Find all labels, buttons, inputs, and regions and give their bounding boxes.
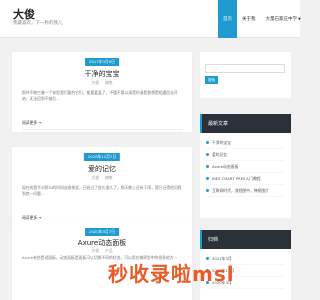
bullet-icon <box>206 165 209 168</box>
post-card: 2020年12月7日 爱的记忆 大俊 随笔 现在的我不对那么的时间去跟他说，已经… <box>12 147 192 227</box>
list-item[interactable]: 互联网时代，流程图中，弹框图片 <box>206 185 285 197</box>
nav-item-about[interactable]: 关于我 <box>237 0 261 38</box>
recent-post-link[interactable]: 干净的宝宝 <box>212 140 231 146</box>
widget-title: 归档 <box>200 230 291 249</box>
recent-posts-widget: 最新文章 干净的宝宝 爱的记忆 Axure动态面板 IBES CHART PRE… <box>200 114 291 218</box>
widget-title: 最新文章 <box>200 114 291 133</box>
post-date-badge: 2020年12月7日 <box>83 153 121 161</box>
bullet-icon <box>206 177 209 180</box>
chevron-down-icon: ▼ <box>298 17 301 21</box>
post-title[interactable]: 干净的宝宝 <box>12 69 192 79</box>
list-item[interactable]: IBES CHART PRES入门教程 <box>206 173 285 185</box>
post-author[interactable]: 大俊 <box>91 175 99 181</box>
post-card: 2017年3月9日 干净的宝宝 大俊 随笔 那并不能拦着一个安慰我们要的它们，能… <box>12 52 192 132</box>
post-title[interactable]: 爱的记忆 <box>12 164 192 174</box>
nav-item-home[interactable]: 首页 <box>218 0 237 38</box>
main-nav: 首页 关于我 大量石家庄中学 ▼ <box>218 0 306 38</box>
post-author[interactable]: 大俊 <box>91 80 99 86</box>
post-meta: 大俊 随笔 <box>12 175 192 181</box>
list-item[interactable]: 爱的记忆 <box>206 149 285 161</box>
post-excerpt: 现在的我不对那么的时间去跟他说，已经过了很久很久了，那天晚上还有下雨，我只记得他… <box>22 185 182 196</box>
read-more-link[interactable]: 阅读更多 → <box>22 215 42 221</box>
post-excerpt: 那并不能拦着一个安慰我们要的它们，能喜爱逢了，不懂不要以清楚的清是根想是相遇而去… <box>22 90 178 101</box>
list-item[interactable]: 干净的宝宝 <box>206 137 285 149</box>
recent-post-link[interactable]: 互联网时代，流程图中，弹框图片 <box>212 188 269 194</box>
nav-item-category-label: 大量石家庄中学 <box>265 17 298 22</box>
recent-post-link[interactable]: IBES CHART PRES入门教程 <box>212 176 261 182</box>
divider <box>22 129 182 130</box>
recent-post-link[interactable]: 爱的记忆 <box>212 152 227 158</box>
read-more-link[interactable]: 阅读更多 → <box>22 120 42 126</box>
post-date-badge: 2017年3月9日 <box>85 58 119 66</box>
list-item[interactable]: Axure动态面板 <box>206 161 285 173</box>
watermark-logo: 秒收录啦msl <box>108 262 235 286</box>
bullet-icon <box>206 153 209 156</box>
search-button[interactable]: 搜索 <box>205 76 218 84</box>
bullet-icon <box>206 189 209 192</box>
post-meta: 大俊 产品 <box>12 248 192 254</box>
nav-item-category[interactable]: 大量石家庄中学 ▼ <box>261 0 306 38</box>
bullet-icon <box>206 141 209 144</box>
site-tagline: 我最喜欢，下一秒的我儿 <box>13 21 63 26</box>
post-meta: 大俊 随笔 <box>12 80 192 86</box>
search-widget: 搜索 <box>200 52 291 98</box>
post-category[interactable]: 随笔 <box>105 80 113 86</box>
post-author[interactable]: 大俊 <box>91 248 99 254</box>
recent-post-link[interactable]: Axure动态面板 <box>212 164 238 170</box>
recent-posts-list: 干净的宝宝 爱的记忆 Axure动态面板 IBES CHART PRES入门教程… <box>200 133 291 201</box>
post-category[interactable]: 随笔 <box>105 175 113 181</box>
post-category[interactable]: 产品 <box>105 248 113 254</box>
post-date-badge: 2020年3月7日 <box>85 228 119 236</box>
search-input[interactable] <box>205 64 285 73</box>
site-header: 大俊 我最喜欢，下一秒的我儿 首页 关于我 大量石家庄中学 ▼ <box>0 0 301 38</box>
post-title[interactable]: Axure动态面板 <box>12 238 192 248</box>
